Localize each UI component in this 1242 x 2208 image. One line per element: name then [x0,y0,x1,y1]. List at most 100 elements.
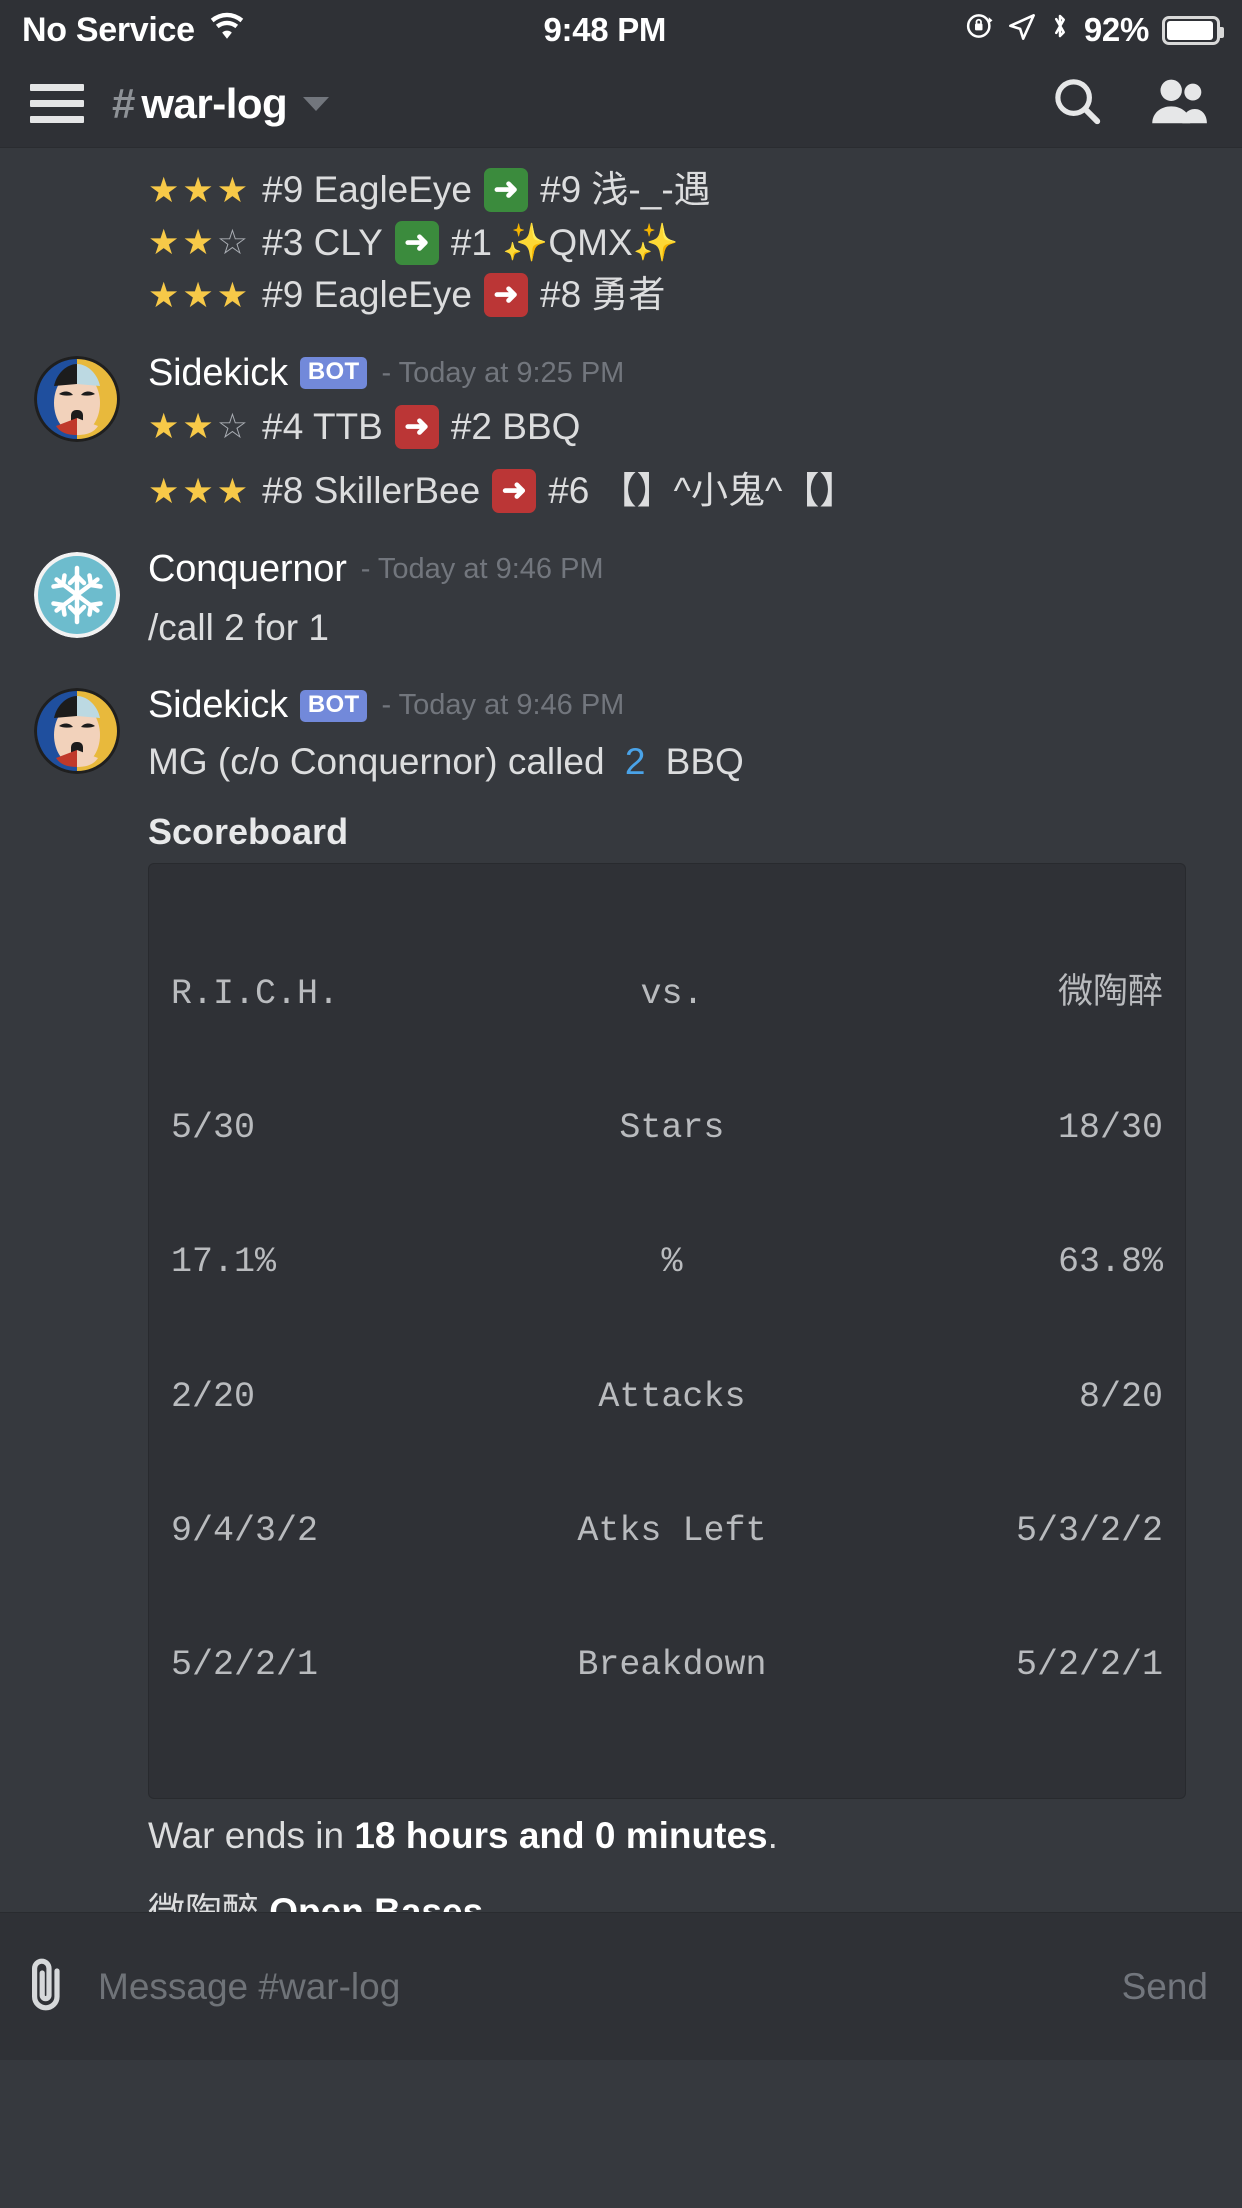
defender-label: #9 浅-_-遇 [540,169,711,210]
star-empty-icon: ☆ [216,407,249,447]
call-number: 2 [624,741,646,783]
star-filled-icon: ★ [216,275,249,315]
star-filled-icon: ★ [182,170,214,210]
defender-label: #1 ✨QMX✨ [450,221,679,263]
message-header: Sidekick BOT - Today at 9:46 PM [148,684,1216,727]
war-ends-duration: 18 hours and 0 minutes [354,1814,768,1856]
star-rating: ★ ★ ☆ [148,225,248,260]
message-content: Sidekick BOT - Today at 9:25 PM ★ ★ ☆ #4… [144,352,1216,518]
search-icon[interactable] [1050,74,1104,133]
scoreboard-cell-right: 5/2/2/1 [1015,1645,1163,1686]
message-list[interactable]: ★ ★ ★ #9 EagleEye ➜ #9 浅-_-遇 ★ ★ ☆ #3 CL… [0,148,1242,2060]
scoreboard-cell-left: 2/20 [171,1376,256,1417]
scoreboard-cell-left: 17.1% [171,1242,277,1283]
members-icon[interactable] [1150,75,1208,132]
scoreboard-cell-left: 5/2/2/1 [171,1645,319,1686]
defender-label: #8 勇者 [540,274,666,316]
message-header: Conquernor - Today at 9:46 PM [148,548,1216,591]
war-ends-suffix: . [767,1814,778,1856]
star-filled-icon: ★ [148,275,180,315]
message-timestamp: - Today at 9:46 PM [360,552,604,585]
war-log-line: ★ ★ ★ #9 EagleEye ➜ #9 浅-_-遇 [148,164,1190,217]
status-bar: No Service 9:48 PM 92% [0,0,1242,60]
message-input[interactable]: Message #war-log [70,1966,1122,2008]
message-group-sidekick-946: Sidekick BOT - Today at 9:46 PM MG (c/o … [0,654,1242,2060]
channel-title[interactable]: # war-log [112,80,1050,128]
defender-label: #6 【】^小鬼^【】 [548,470,857,512]
attacker-label: #9 EagleEye [262,274,472,316]
star-filled-icon: ★ [182,471,214,511]
scoreboard-cell-center: Stars [619,1107,725,1148]
defender-label: #2 BBQ [450,405,581,447]
scoreboard-cell-right: 8/20 [1078,1376,1163,1417]
channel-header: # war-log [0,60,1242,148]
message-composer: Message #war-log Send [0,1912,1242,2060]
paperclip-icon[interactable] [24,1952,70,2021]
war-ends-prefix: War ends in [148,1814,355,1856]
scoreboard-cell-right: 微陶醉 [1057,973,1163,1014]
chevron-down-icon[interactable] [303,96,330,111]
scoreboard-cell-right: 5/3/2/2 [1015,1511,1163,1552]
star-filled-icon: ★ [148,407,180,447]
bot-badge: BOT [299,690,368,722]
scoreboard-cell-left: 5/30 [171,1107,256,1148]
wifi-icon [209,11,245,50]
arrow-left-icon: ➜ [492,469,537,514]
star-rating: ★ ★ ☆ [148,409,248,444]
channel-name-label: war-log [141,79,288,127]
arrow-left-icon: ➜ [484,273,528,318]
scoreboard-cell-left: R.I.C.H. [171,973,340,1014]
message-header: Sidekick BOT - Today at 9:25 PM [148,352,1216,395]
star-filled-icon: ★ [148,170,180,210]
attacker-label: #3 CLY [262,221,383,263]
star-filled-icon: ★ [182,275,214,315]
scoreboard-title: Scoreboard [148,810,349,852]
war-log-line: ★ ★ ☆ #4 TTB ➜ #2 BBQ [148,401,1216,454]
message-timestamp: - Today at 9:25 PM [381,356,625,389]
arrow-right-icon: ➜ [394,220,439,265]
scoreboard-row: 9/4/3/2 Atks Left 5/3/2/2 [171,1509,1163,1554]
sidekick-bot-avatar[interactable] [34,688,120,775]
message-content: Conquernor - Today at 9:46 PM /call 2 fo… [144,548,1216,655]
status-left: No Service [22,11,245,50]
star-filled-icon: ★ [148,223,180,263]
star-rating: ★ ★ ★ [148,474,248,509]
send-button[interactable]: Send [1122,1966,1208,2008]
war-log-line: ★ ★ ☆ #3 CLY ➜ #1 ✨QMX✨ [148,217,1190,270]
call-text-after: BBQ [665,741,744,783]
scoreboard-cell-left: 9/4/3/2 [171,1511,319,1552]
scoreboard-cell-center: Atks Left [577,1511,767,1552]
author-name[interactable]: Sidekick [148,684,288,727]
avatar-column [26,352,144,518]
star-filled-icon: ★ [216,471,249,511]
scoreboard-cell-center: Breakdown [577,1645,767,1686]
star-filled-icon: ★ [182,223,214,263]
scoreboard-cell-center: vs. [640,973,704,1014]
scoreboard-row: 17.1% % 63.8% [171,1240,1163,1285]
attacker-label: #9 EagleEye [262,169,472,210]
author-name[interactable]: Sidekick [148,352,288,395]
status-clock: 9:48 PM [543,11,667,48]
war-log-line: ★ ★ ★ #8 SkillerBee ➜ #6 【】^小鬼^【】 [148,465,1216,518]
partial-lines: ★ ★ ★ #9 EagleEye ➜ #9 浅-_-遇 ★ ★ ☆ #3 CL… [26,148,1216,322]
star-filled-icon: ★ [216,170,249,210]
carrier-label: No Service [22,10,195,49]
star-filled-icon: ★ [182,407,214,447]
bot-badge: BOT [299,357,368,389]
scoreboard-cell-center: % [661,1242,683,1283]
location-arrow-icon [1008,11,1036,50]
avatar-column [26,548,144,655]
sidekick-bot-avatar[interactable] [34,355,120,442]
scoreboard-codeblock: R.I.C.H. vs. 微陶醉 5/30 Stars 18/30 17.1% … [148,862,1186,1799]
attacker-label: #4 TTB [262,405,383,447]
war-ends-line: War ends in 18 hours and 0 minutes. [148,1815,1216,1857]
scoreboard-cell-right: 18/30 [1057,1107,1163,1148]
snowflake-avatar[interactable] [34,551,120,638]
scoreboard-cell-right: 63.8% [1057,1242,1163,1283]
scoreboard-row: R.I.C.H. vs. 微陶醉 [171,972,1163,1017]
battery-percent-label: 92% [1083,11,1149,48]
scoreboard-row: 5/30 Stars 18/30 [171,1106,1163,1151]
author-name[interactable]: Conquernor [148,548,347,591]
scoreboard-cell-center: Attacks [598,1376,746,1417]
hamburger-menu-icon[interactable] [30,84,84,123]
